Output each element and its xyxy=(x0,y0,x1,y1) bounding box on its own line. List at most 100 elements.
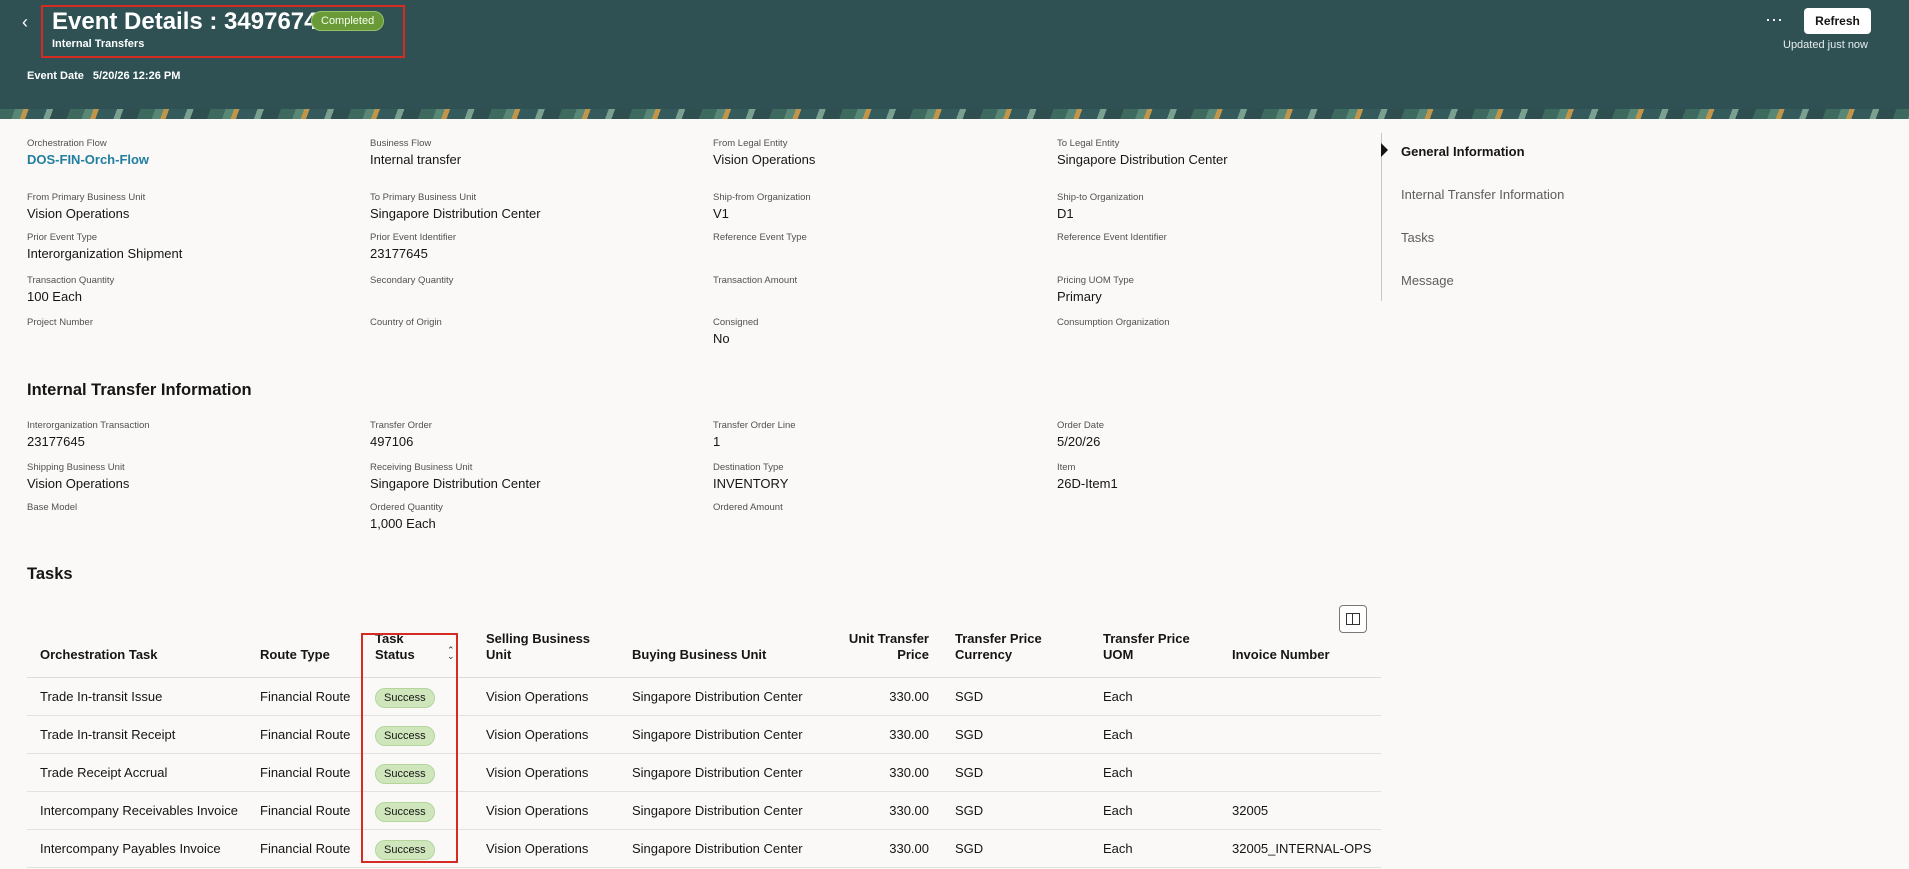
orchestration-flow-link[interactable]: DOS-FIN-Orch-Flow xyxy=(27,152,149,167)
table-row[interactable]: Intercompany Payables Invoice Financial R… xyxy=(27,830,1381,868)
field-consigned: Consigned No xyxy=(713,317,758,346)
cell-task-status: Success xyxy=(375,830,435,868)
field-order-date: Order Date 5/20/26 xyxy=(1057,420,1104,449)
field-ordered-quantity: Ordered Quantity 1,000 Each xyxy=(370,502,443,531)
col-selling-business-unit[interactable]: Selling Business Unit xyxy=(486,631,601,663)
field-label: Receiving Business Unit xyxy=(370,462,473,473)
columns-icon xyxy=(1346,613,1360,625)
table-row[interactable]: Trade In-transit Receipt Financial Route S… xyxy=(27,716,1381,754)
field-label: Transaction Amount xyxy=(713,275,798,286)
sort-icon[interactable]: ⌃ ⌄ xyxy=(447,646,455,661)
field-label: Consumption Organization xyxy=(1057,317,1170,328)
status-badge: Completed xyxy=(311,11,385,31)
field-transaction-quantity: Transaction Quantity 100 Each xyxy=(27,275,114,304)
field-value: Singapore Distribution Center xyxy=(1057,152,1228,167)
field-label: Business Flow xyxy=(370,138,432,149)
field-label: Consigned xyxy=(713,317,759,328)
field-label: Transaction Quantity xyxy=(27,275,115,286)
col-orchestration-task[interactable]: Orchestration Task xyxy=(40,647,158,663)
cell-buying-business-unit: Singapore Distribution Center xyxy=(632,765,803,780)
field-item: Item 26D-Item1 xyxy=(1057,462,1118,491)
cell-transfer-price-currency: SGD xyxy=(955,765,984,780)
field-consumption-organization: Consumption Organization xyxy=(1057,317,1169,331)
field-label: Country of Origin xyxy=(370,317,442,328)
refresh-button[interactable]: Refresh xyxy=(1804,8,1871,34)
cell-orchestration-task: Trade In-transit Issue xyxy=(40,689,163,704)
col-invoice-number[interactable]: Invoice Number xyxy=(1232,647,1330,663)
col-buying-business-unit[interactable]: Buying Business Unit xyxy=(632,647,766,663)
field-label: Interorganization Transaction xyxy=(27,420,150,431)
page-title: Event Details : 3497674 xyxy=(52,8,318,35)
field-label: Project Number xyxy=(27,317,93,328)
cell-route-type: Financial Route xyxy=(260,841,351,856)
field-value: Primary xyxy=(1057,289,1102,304)
cell-transfer-price-currency: SGD xyxy=(955,689,984,704)
back-icon[interactable]: ‹ xyxy=(22,12,42,32)
table-row[interactable]: Intercompany Receivables Invoice Financia… xyxy=(27,792,1381,830)
nav-message[interactable]: Message xyxy=(1401,273,1454,288)
field-value: 1,000 Each xyxy=(370,516,436,531)
table-row[interactable]: Trade Receipt Accrual Financial Route Succ… xyxy=(27,754,1381,792)
cell-orchestration-task: Intercompany Receivables Invoice xyxy=(40,803,238,818)
event-date-label: Event Date xyxy=(27,70,84,82)
cell-buying-business-unit: Singapore Distribution Center xyxy=(632,689,803,704)
field-prior-event-type: Prior Event Type Interorganization Shipme… xyxy=(27,232,182,261)
more-actions-icon[interactable]: ⋯ xyxy=(1765,10,1784,31)
cell-transfer-price-currency: SGD xyxy=(955,803,984,818)
field-label: Orchestration Flow xyxy=(27,138,107,149)
cell-transfer-price-currency: SGD xyxy=(955,841,984,856)
col-task-status[interactable]: Task Status xyxy=(375,631,435,663)
field-label: Prior Event Identifier xyxy=(370,232,457,243)
field-label: Transfer Order Line xyxy=(713,420,796,431)
cell-task-status: Success xyxy=(375,678,435,716)
field-interorganization-transaction: Interorganization Transaction 23177645 xyxy=(27,420,150,449)
field-label: To Primary Business Unit xyxy=(370,192,477,203)
header-decoration xyxy=(0,109,1909,119)
col-unit-transfer-price[interactable]: Unit Transfer Price xyxy=(847,631,929,663)
nav-internal-transfer-information[interactable]: Internal Transfer Information xyxy=(1401,187,1564,202)
field-project-number: Project Number xyxy=(27,317,93,331)
field-value: Singapore Distribution Center xyxy=(370,476,541,491)
cell-orchestration-task: Intercompany Payables Invoice xyxy=(40,841,221,856)
field-shipping-business-unit: Shipping Business Unit Vision Operations xyxy=(27,462,129,491)
field-label: To Legal Entity xyxy=(1057,138,1120,149)
nav-tasks[interactable]: Tasks xyxy=(1401,230,1434,245)
cell-buying-business-unit: Singapore Distribution Center xyxy=(632,803,803,818)
field-label: Destination Type xyxy=(713,462,784,473)
cell-invoice-number: 32005 xyxy=(1232,803,1269,818)
field-value: Vision Operations xyxy=(27,206,130,221)
col-route-type[interactable]: Route Type xyxy=(260,647,330,663)
field-label: Secondary Quantity xyxy=(370,275,454,286)
cell-selling-business-unit: Vision Operations xyxy=(486,727,589,742)
field-value: INVENTORY xyxy=(713,476,789,491)
cell-transfer-price-uom: Each xyxy=(1103,803,1133,818)
cell-transfer-price-uom: Each xyxy=(1103,689,1133,704)
table-row[interactable]: Trade In-transit Issue Financial Route Suc… xyxy=(27,678,1381,716)
field-value: Vision Operations xyxy=(27,476,130,491)
cell-task-status: Success xyxy=(375,716,435,754)
field-reference-event-type: Reference Event Type xyxy=(713,232,807,246)
task-status-badge: Success xyxy=(375,687,435,708)
field-value: 5/20/26 xyxy=(1057,434,1101,449)
event-date-value: 5/20/26 12:26 PM xyxy=(92,70,181,82)
task-status-badge: Success xyxy=(375,839,435,860)
nav-general-information[interactable]: General Information xyxy=(1401,144,1525,159)
cell-buying-business-unit: Singapore Distribution Center xyxy=(632,841,803,856)
columns-toggle-button[interactable] xyxy=(1339,605,1367,633)
cell-unit-transfer-price: 330.00 xyxy=(889,765,929,780)
cell-transfer-price-currency: SGD xyxy=(955,727,984,742)
field-prior-event-identifier: Prior Event Identifier 23177645 xyxy=(370,232,456,261)
task-status-badge: Success xyxy=(375,763,435,784)
field-value: 26D-Item1 xyxy=(1057,476,1118,491)
cell-orchestration-task: Trade Receipt Accrual xyxy=(40,765,168,780)
col-transfer-price-uom[interactable]: Transfer Price UOM xyxy=(1103,631,1203,663)
field-value: V1 xyxy=(713,206,729,221)
cell-transfer-price-uom: Each xyxy=(1103,727,1133,742)
cell-selling-business-unit: Vision Operations xyxy=(486,803,589,818)
field-label: Reference Event Type xyxy=(713,232,807,243)
nav-rail xyxy=(1381,133,1382,301)
cell-unit-transfer-price: 330.00 xyxy=(889,803,929,818)
cell-route-type: Financial Route xyxy=(260,689,351,704)
col-transfer-price-currency[interactable]: Transfer Price Currency xyxy=(955,631,1065,663)
field-transaction-amount: Transaction Amount xyxy=(713,275,797,289)
